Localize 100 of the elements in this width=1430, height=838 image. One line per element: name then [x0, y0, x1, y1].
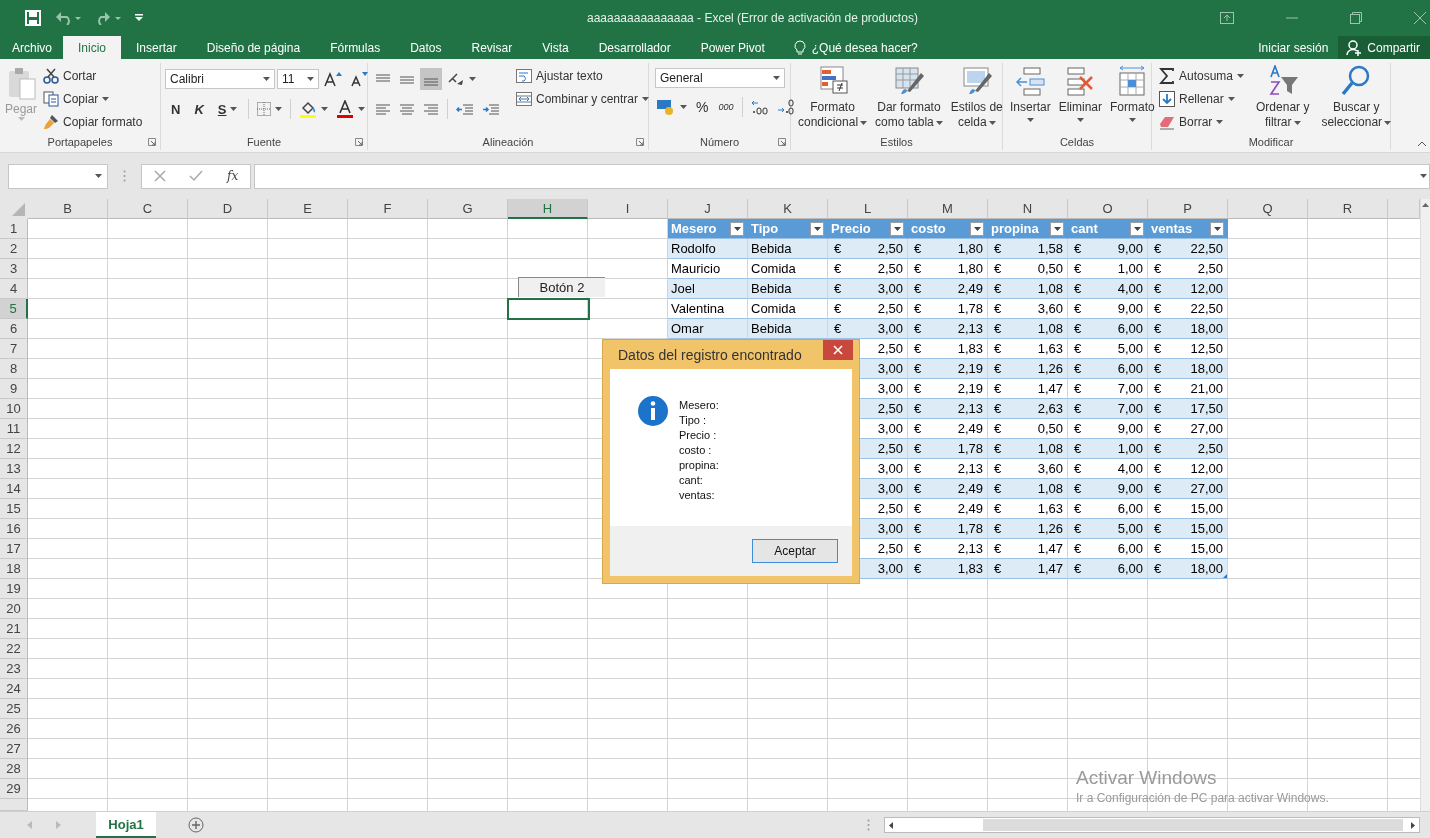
- row-header[interactable]: 24: [0, 679, 28, 699]
- column-header[interactable]: E: [268, 199, 348, 219]
- row-header[interactable]: 22: [0, 639, 28, 659]
- ribbon-button[interactable]: Formato: [1107, 65, 1158, 122]
- column-header[interactable]: N: [988, 199, 1068, 219]
- ribbon-tab[interactable]: Diseño de página: [191, 36, 316, 59]
- ribbon-button[interactable]: S: [211, 98, 244, 120]
- ribbon-button[interactable]: Insertar: [1007, 65, 1054, 122]
- formula-input-field[interactable]: [254, 163, 1430, 189]
- ribbon-button[interactable]: Copiar formato: [40, 111, 146, 133]
- ribbon-button[interactable]: Buscar y seleccionar: [1318, 65, 1395, 130]
- ribbon-button[interactable]: %: [692, 96, 713, 118]
- row-header[interactable]: 2: [0, 239, 28, 259]
- ribbon-button[interactable]: Dar formato como tabla: [872, 65, 946, 130]
- row-header[interactable]: 17: [0, 539, 28, 559]
- row-header[interactable]: 26: [0, 719, 28, 739]
- filter-button[interactable]: [730, 221, 744, 236]
- row-header[interactable]: 13: [0, 459, 28, 479]
- ribbon-button[interactable]: Ordenar y filtrar: [1253, 65, 1313, 130]
- row-header[interactable]: 16: [0, 519, 28, 539]
- font-size-field[interactable]: 11: [277, 69, 319, 89]
- ribbon-tab[interactable]: Archivo: [0, 36, 63, 59]
- row-header[interactable]: 8: [0, 359, 28, 379]
- column-header[interactable]: O: [1068, 199, 1148, 219]
- column-header[interactable]: K: [748, 199, 828, 219]
- ribbon-button[interactable]: Rellenar: [1156, 88, 1248, 110]
- ribbon-tab[interactable]: Power Pivot: [685, 36, 780, 59]
- row-header[interactable]: 21: [0, 619, 28, 639]
- row-header[interactable]: 14: [0, 479, 28, 499]
- row-header[interactable]: 18: [0, 559, 28, 579]
- column-header[interactable]: D: [188, 199, 268, 219]
- row-header[interactable]: 1: [0, 219, 28, 239]
- row-header[interactable]: 9: [0, 379, 28, 399]
- ribbon-button[interactable]: K: [188, 98, 210, 120]
- column-header[interactable]: M: [908, 199, 988, 219]
- row-header[interactable]: 5: [0, 299, 28, 319]
- column-header[interactable]: C: [108, 199, 188, 219]
- form-button[interactable]: Botón 2: [518, 277, 605, 297]
- row-header[interactable]: 25: [0, 699, 28, 719]
- ribbon-tab[interactable]: Datos: [395, 36, 457, 59]
- row-header[interactable]: 3: [0, 259, 28, 279]
- ribbon-button[interactable]: N: [165, 98, 187, 120]
- ribbon-button[interactable]: Borrar: [1156, 111, 1248, 133]
- column-header[interactable]: J: [668, 199, 748, 219]
- column-header[interactable]: P: [1148, 199, 1228, 219]
- column-header[interactable]: I: [588, 199, 668, 219]
- insert-function-button[interactable]: fx: [227, 169, 239, 183]
- filter-button[interactable]: [1130, 221, 1144, 236]
- share-button[interactable]: Compartir: [1338, 36, 1430, 59]
- ribbon-tab[interactable]: Fórmulas: [315, 36, 396, 59]
- column-header[interactable]: G: [428, 199, 508, 219]
- column-header[interactable]: Q: [1228, 199, 1308, 219]
- horizontal-scrollbar[interactable]: [884, 817, 1420, 833]
- sign-in-link[interactable]: Iniciar sesión: [1248, 36, 1339, 59]
- row-header[interactable]: 11: [0, 419, 28, 439]
- ribbon-button[interactable]: Autosuma: [1156, 65, 1248, 87]
- ribbon-button[interactable]: Copiar: [40, 88, 146, 110]
- ribbon-tab[interactable]: Insertar: [121, 36, 192, 59]
- column-header[interactable]: R: [1308, 199, 1388, 219]
- row-header[interactable]: 6: [0, 319, 28, 339]
- column-header[interactable]: F: [348, 199, 428, 219]
- number-format-field[interactable]: General: [655, 68, 785, 88]
- ribbon-button[interactable]: Combinar y centrar: [513, 88, 653, 110]
- row-header[interactable]: 10: [0, 399, 28, 419]
- new-sheet-button[interactable]: [188, 817, 204, 833]
- ribbon-button[interactable]: Cortar: [40, 65, 146, 87]
- sigma-icon: [1159, 68, 1175, 84]
- row-header[interactable]: 4: [0, 279, 28, 299]
- row-header[interactable]: 27: [0, 739, 28, 759]
- ribbon-tab[interactable]: Revisar: [456, 36, 528, 59]
- vertical-scrollbar[interactable]: [1420, 199, 1430, 811]
- sheet-tab[interactable]: Hoja1: [96, 812, 156, 838]
- row-header[interactable]: 15: [0, 499, 28, 519]
- column-header[interactable]: L: [828, 199, 908, 219]
- close-button[interactable]: [823, 340, 853, 360]
- column-header[interactable]: H: [508, 199, 588, 219]
- ribbon-button[interactable]: Ajustar texto: [513, 65, 653, 87]
- row-header[interactable]: 29: [0, 779, 28, 799]
- row-header[interactable]: 23: [0, 659, 28, 679]
- filter-button[interactable]: [970, 221, 984, 236]
- row-header[interactable]: 7: [0, 339, 28, 359]
- filter-button[interactable]: [890, 221, 904, 236]
- ribbon-tab[interactable]: Desarrollador: [583, 36, 686, 59]
- ribbon-button[interactable]: Formato condicional: [795, 65, 871, 130]
- font-name-field[interactable]: Calibri: [165, 69, 275, 89]
- row-header[interactable]: 28: [0, 759, 28, 779]
- ribbon-button[interactable]: 000: [714, 96, 738, 118]
- row-header[interactable]: 12: [0, 439, 28, 459]
- ribbon-button[interactable]: Estilos de celda: [947, 65, 1006, 130]
- ribbon-button[interactable]: Eliminar: [1055, 65, 1106, 122]
- ribbon-tab[interactable]: Inicio: [63, 36, 122, 59]
- ok-button[interactable]: Aceptar: [752, 539, 838, 563]
- filter-button[interactable]: [1210, 221, 1224, 236]
- column-header[interactable]: B: [28, 199, 108, 219]
- filter-button[interactable]: [1050, 221, 1064, 236]
- filter-button[interactable]: [810, 221, 824, 236]
- row-header[interactable]: 20: [0, 599, 28, 619]
- row-header[interactable]: 19: [0, 579, 28, 599]
- ribbon-tab[interactable]: Vista: [527, 36, 584, 59]
- tell-me-search[interactable]: ¿Qué desea hacer?: [779, 36, 930, 59]
